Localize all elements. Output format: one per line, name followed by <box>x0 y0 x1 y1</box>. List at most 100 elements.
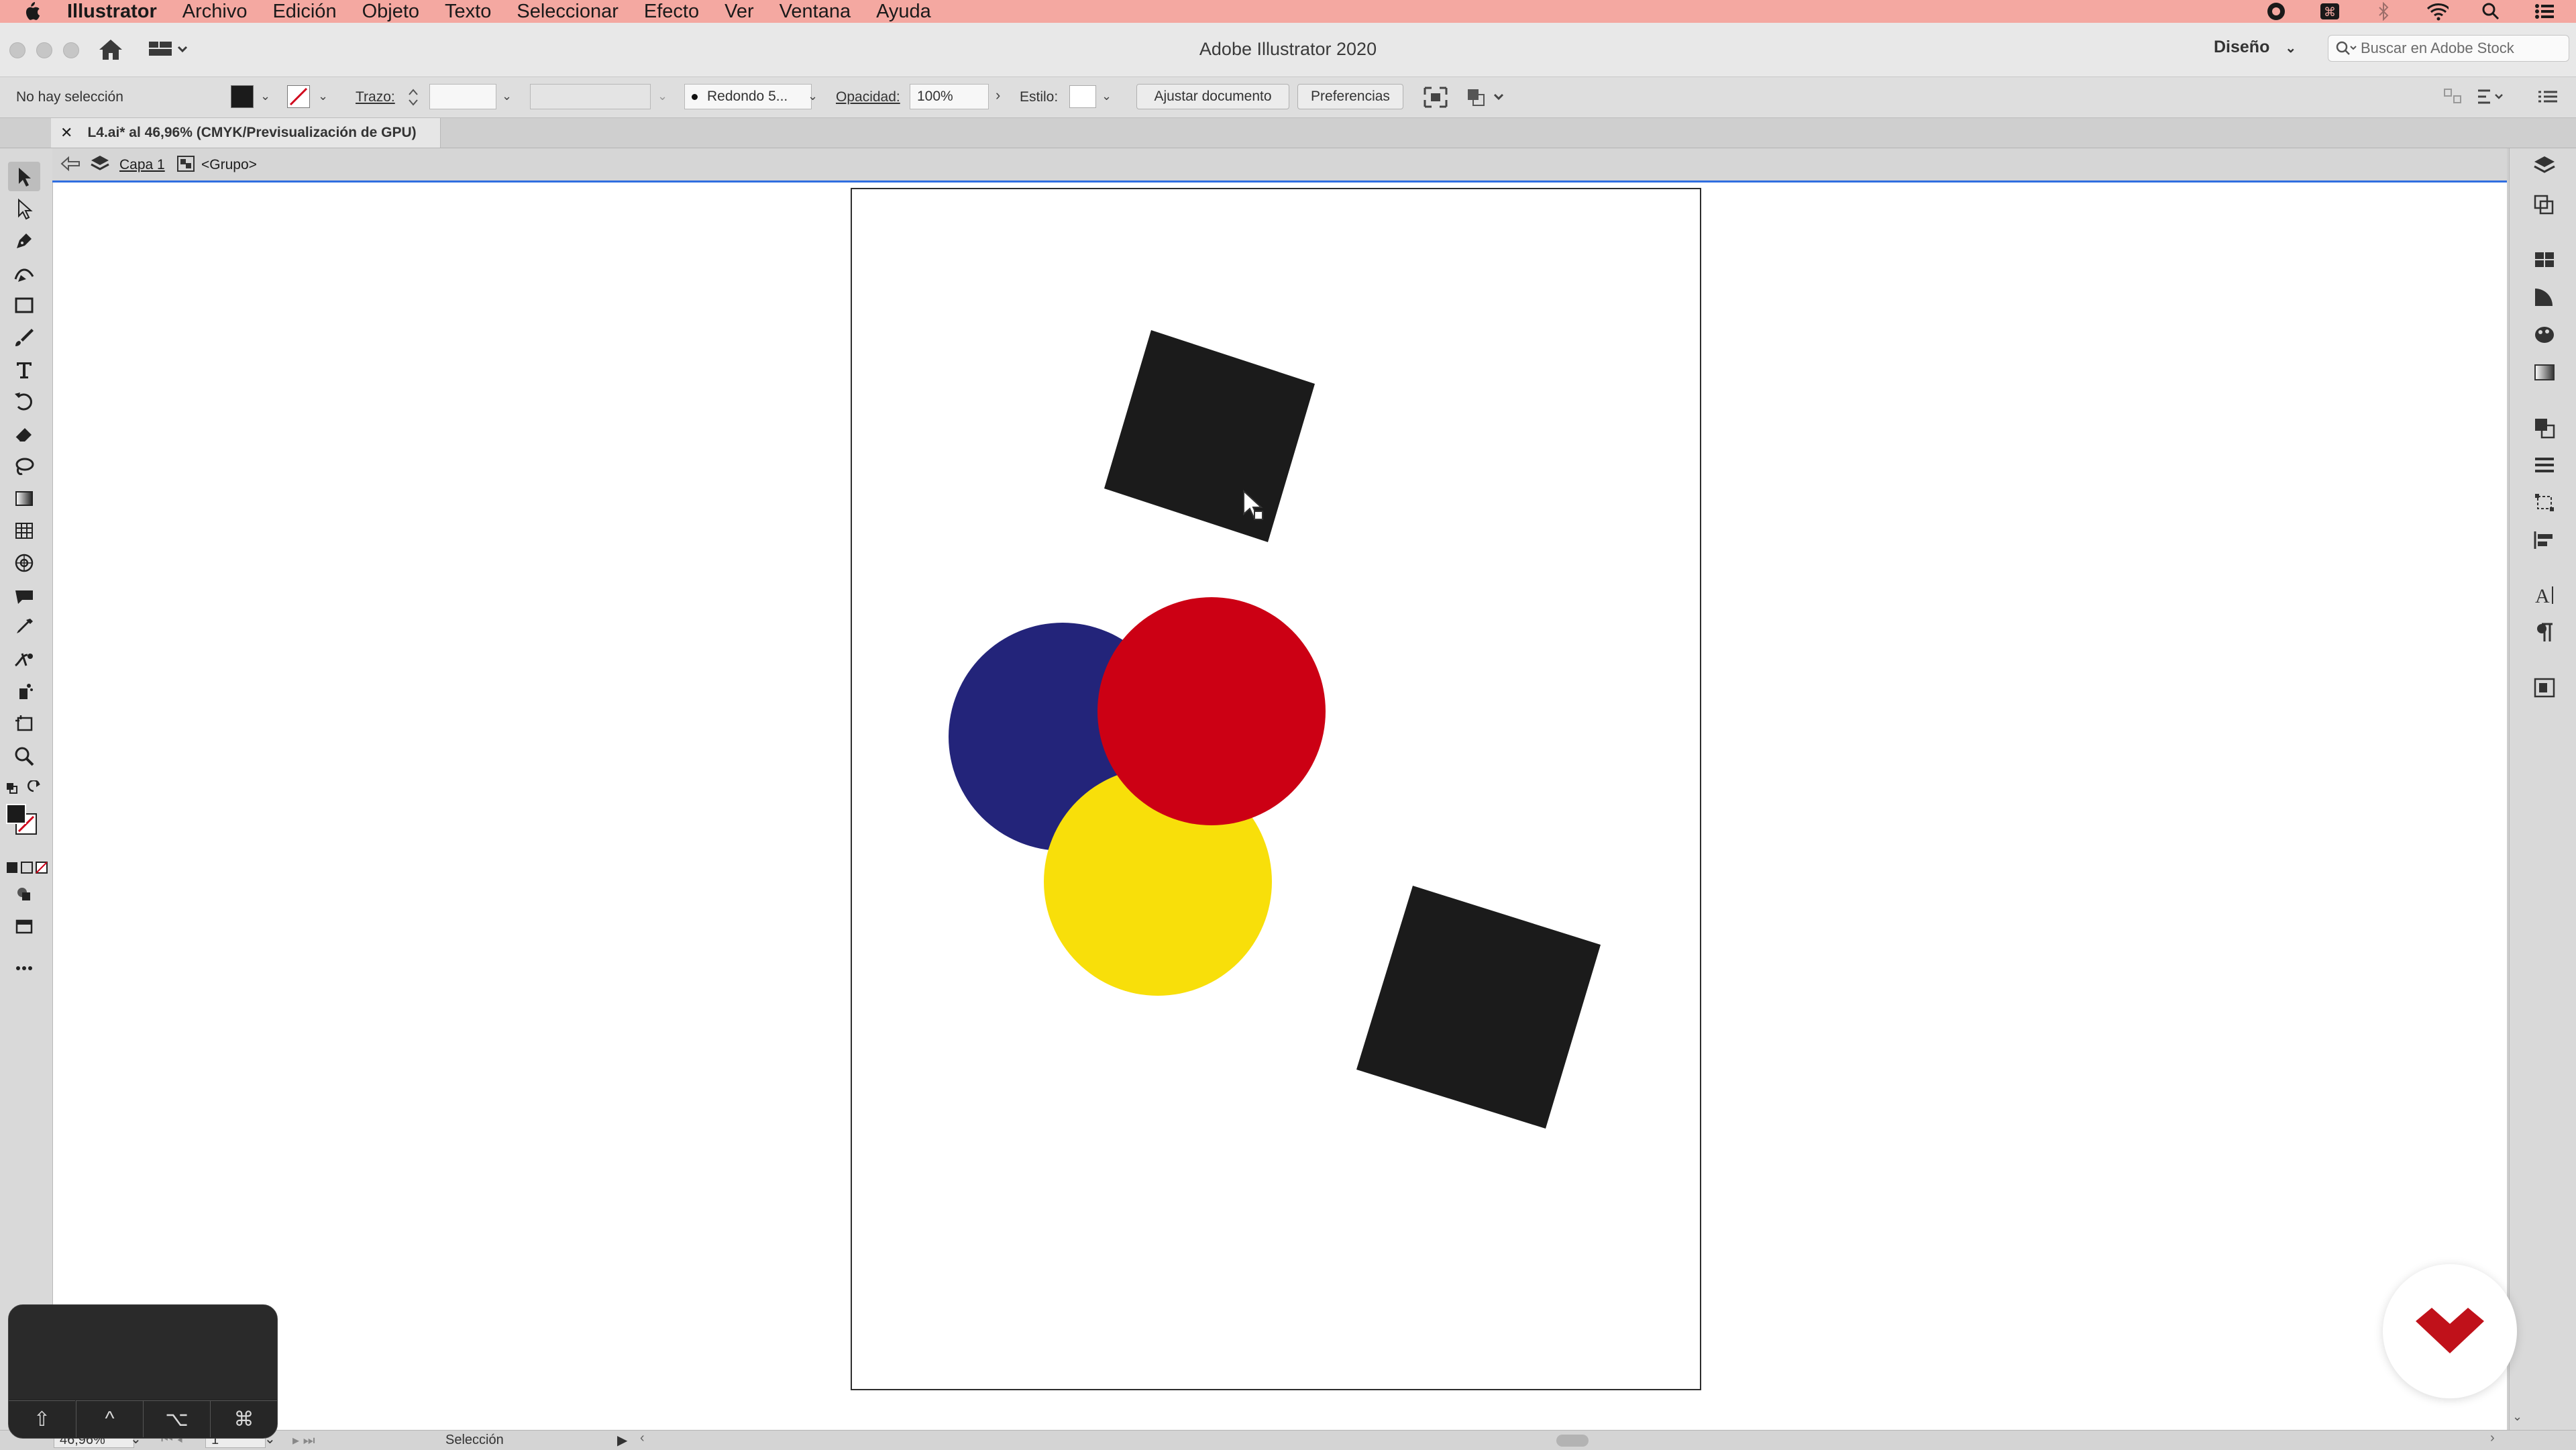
stroke-swatch[interactable] <box>287 85 310 108</box>
lasso-tool-icon[interactable] <box>8 452 40 481</box>
variable-width-profile[interactable] <box>530 84 651 109</box>
character-panel-icon[interactable]: A <box>2530 582 2559 609</box>
preferences-button[interactable]: Preferencias <box>1297 84 1403 109</box>
stroke-weight-input[interactable] <box>429 84 496 109</box>
style-label: Estilo: <box>1020 89 1059 105</box>
libraries-panel-icon[interactable] <box>2530 246 2559 273</box>
rectangle-tool-icon[interactable] <box>8 291 40 320</box>
layers-panel-icon[interactable] <box>2530 152 2559 179</box>
menu-edicion[interactable]: Edición <box>272 1 336 23</box>
opacity-input[interactable]: 100% <box>910 84 989 109</box>
black-square-top[interactable] <box>1104 330 1315 542</box>
artboard[interactable] <box>851 188 1701 1390</box>
color-guide-panel-icon[interactable] <box>2530 284 2559 311</box>
breadcrumb-layer[interactable]: Capa 1 <box>119 157 165 173</box>
opacity-label[interactable]: Opacidad: <box>836 89 900 105</box>
brush-definition-dropdown[interactable]: Redondo 5... <box>684 84 812 109</box>
notification-center-icon[interactable] <box>2533 2 2556 21</box>
properties-panel-icon[interactable] <box>2530 674 2559 701</box>
gradient-tool-icon[interactable] <box>8 484 40 513</box>
screen-mode-icon[interactable] <box>8 912 40 941</box>
isolate-object-icon[interactable] <box>1422 85 1449 113</box>
style-chevron-icon[interactable]: ⌄ <box>1102 89 1112 103</box>
panel-menu-icon[interactable] <box>2536 87 2560 111</box>
record-icon[interactable] <box>2265 2 2288 21</box>
spotlight-search-icon[interactable] <box>2479 2 2502 21</box>
zoom-tool-icon[interactable] <box>8 741 40 771</box>
fill-swatch[interactable] <box>231 85 254 108</box>
graphic-style-swatch[interactable] <box>1069 85 1096 108</box>
transform-panel-icon[interactable] <box>2530 489 2559 516</box>
default-colors-swap-icon[interactable] <box>4 779 48 796</box>
symbol-sprayer-tool-icon[interactable] <box>8 677 40 707</box>
gradient-panel-icon[interactable] <box>2530 359 2559 386</box>
stroke-weight-stepper[interactable] <box>407 85 420 109</box>
artboard-nav-next-last-icon[interactable]: ▸ ⏭ <box>292 1432 315 1449</box>
status-menu-arrow-icon[interactable]: ▶ <box>617 1432 627 1449</box>
stroke-panel-icon[interactable] <box>2530 452 2559 478</box>
document-tab[interactable]: ✕ L4.ai* al 46,96% (CMYK/Previsualizació… <box>51 118 441 148</box>
menu-efecto[interactable]: Efecto <box>644 1 699 23</box>
wifi-icon[interactable] <box>2426 2 2449 21</box>
profile-chevron-icon[interactable]: ⌄ <box>657 89 667 103</box>
pen-tool-icon[interactable] <box>8 226 40 256</box>
command-key-icon[interactable]: ⌘ <box>2318 2 2341 21</box>
menu-ayuda[interactable]: Ayuda <box>876 1 931 23</box>
black-square-bottom[interactable] <box>1356 886 1601 1129</box>
opacity-arrow-icon[interactable]: › <box>996 87 1000 104</box>
menu-ver[interactable]: Ver <box>724 1 754 23</box>
workspace-switcher[interactable]: Diseño ⌄ <box>2214 38 2296 57</box>
rotate-tool-icon[interactable] <box>8 387 40 417</box>
align-panel-icon[interactable] <box>2530 527 2559 554</box>
artboard-tool-icon[interactable] <box>8 709 40 739</box>
brush-chevron-icon[interactable]: ⌄ <box>808 89 818 103</box>
stroke-dropdown-chevron-icon[interactable]: ⌄ <box>318 89 328 103</box>
selection-tool-icon[interactable] <box>8 162 40 191</box>
transform-icon[interactable] <box>2475 87 2509 111</box>
blend-tool-icon[interactable] <box>8 645 40 674</box>
bluetooth-icon[interactable] <box>2372 2 2395 21</box>
pathfinder-panel-icon[interactable] <box>2530 414 2559 441</box>
menu-objeto[interactable]: Objeto <box>362 1 419 23</box>
status-bar: 46,96% ⌄ ⏮ ◂ 1 ⌄ ▸ ⏭ Selección ▶ ‹ › <box>0 1430 2576 1450</box>
breadcrumb-group[interactable]: <Grupo> <box>201 157 257 173</box>
eyedropper-tool-icon[interactable] <box>8 613 40 642</box>
menu-seleccionar[interactable]: Seleccionar <box>517 1 619 23</box>
stroke-label[interactable]: Trazo: <box>356 89 395 105</box>
stroke-weight-chevron-icon[interactable]: ⌄ <box>502 89 512 103</box>
red-circle[interactable] <box>1097 597 1326 825</box>
type-tool-icon[interactable] <box>8 355 40 384</box>
fill-stroke-selector[interactable] <box>4 802 42 839</box>
live-paint-tool-icon[interactable] <box>8 580 40 610</box>
menu-archivo[interactable]: Archivo <box>182 1 248 23</box>
paintbrush-tool-icon[interactable] <box>8 323 40 352</box>
fit-document-button[interactable]: Ajustar documento <box>1136 84 1289 109</box>
fill-dropdown-chevron-icon[interactable]: ⌄ <box>260 89 270 103</box>
apple-icon[interactable] <box>16 0 47 23</box>
back-arrow-icon[interactable] <box>59 155 82 176</box>
horizontal-scroll-thumb[interactable] <box>1556 1435 1589 1447</box>
scroll-right-arrow-icon[interactable]: › <box>2490 1431 2495 1446</box>
menu-ventana[interactable]: Ventana <box>780 1 851 23</box>
edit-toolbar-more-icon[interactable] <box>8 953 40 983</box>
direct-selection-tool-icon[interactable] <box>8 194 40 223</box>
color-panel-icon[interactable] <box>2530 321 2559 348</box>
adobe-stock-search-input[interactable]: Buscar en Adobe Stock <box>2328 35 2569 62</box>
mesh-tool-icon[interactable] <box>8 516 40 546</box>
menu-illustrator[interactable]: Illustrator <box>67 1 157 23</box>
close-tab-icon[interactable]: ✕ <box>60 124 72 142</box>
tools-panel <box>0 148 53 1430</box>
curvature-tool-icon[interactable] <box>8 258 40 288</box>
align-icon[interactable] <box>2442 87 2466 111</box>
eraser-tool-icon[interactable] <box>8 419 40 449</box>
panel-dock: A ⌄ <box>2509 148 2576 1430</box>
scroll-left-arrow-icon[interactable]: ‹ <box>640 1431 645 1446</box>
paragraph-panel-icon[interactable] <box>2530 619 2559 646</box>
scroll-down-arrow-icon[interactable]: ⌄ <box>2512 1410 2526 1423</box>
shape-builder-tool-icon[interactable] <box>8 548 40 578</box>
menu-texto[interactable]: Texto <box>445 1 491 23</box>
drawing-mode-icon[interactable] <box>8 880 40 909</box>
color-mode-buttons[interactable] <box>4 860 48 876</box>
recolor-artwork-icon[interactable] <box>1465 85 1508 113</box>
artboards-panel-icon[interactable] <box>2530 191 2559 218</box>
